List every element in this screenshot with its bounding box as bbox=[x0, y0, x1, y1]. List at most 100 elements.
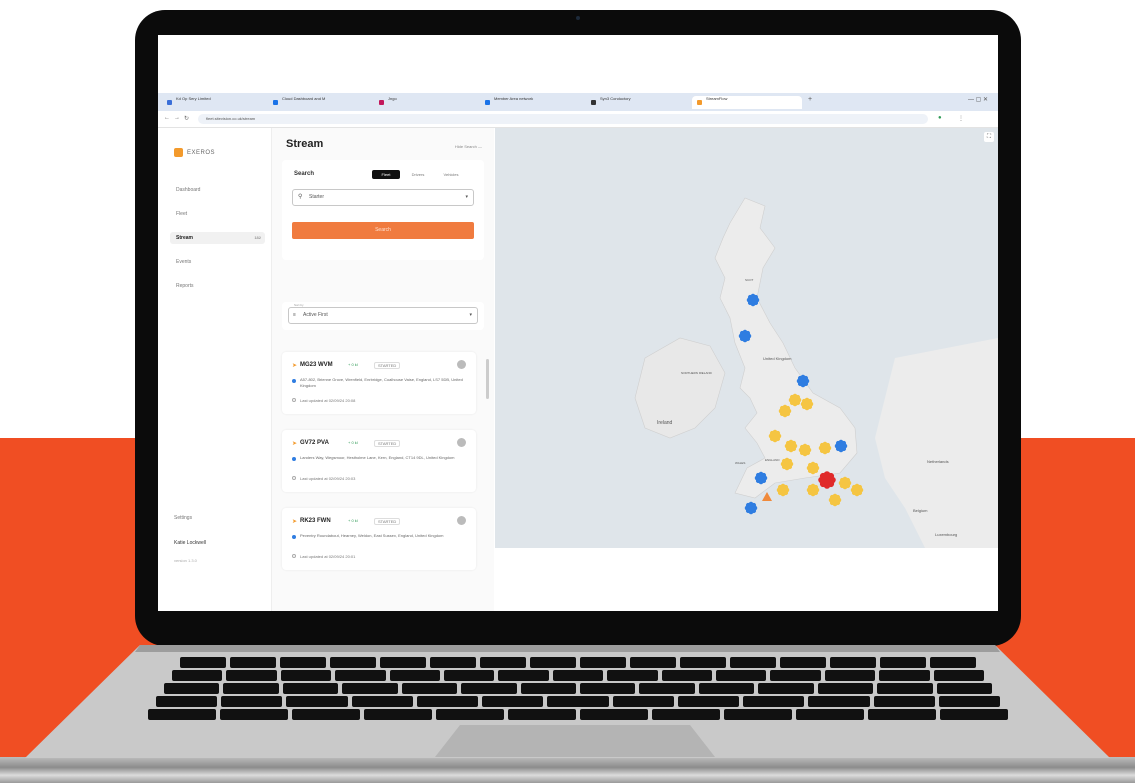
browser-tab-2[interactable]: Cloud Dashboard and M bbox=[268, 96, 368, 109]
tab-label: StreamFlow bbox=[706, 96, 728, 101]
vehicle-cluster-marker[interactable] bbox=[834, 439, 848, 453]
chevron-down-icon: ▾ bbox=[465, 194, 468, 200]
status-badge: STARTED bbox=[374, 518, 401, 525]
segment-fleet[interactable]: Fleet bbox=[372, 170, 400, 179]
vehicle-cluster-marker[interactable] bbox=[784, 439, 798, 453]
search-input[interactable]: ⚲ Starter ▾ bbox=[292, 189, 474, 206]
vehicle-cluster-marker[interactable] bbox=[818, 471, 836, 489]
settings-link[interactable]: Settings bbox=[174, 515, 192, 521]
browser-tab-3[interactable]: Jngo bbox=[374, 96, 474, 109]
keyboard-key bbox=[335, 670, 386, 681]
keyboard-key bbox=[770, 670, 821, 681]
keyboard-key bbox=[607, 670, 658, 681]
reload-icon[interactable]: ↻ bbox=[184, 115, 189, 122]
user-name[interactable]: Katie Lockwell bbox=[174, 540, 206, 546]
location-pin-icon bbox=[292, 535, 296, 539]
menu-icon[interactable]: ⋮ bbox=[958, 115, 964, 122]
sidebar-item-dashboard[interactable]: Dashboard bbox=[170, 184, 265, 196]
sort-value: Active First bbox=[303, 312, 328, 318]
fleet-map[interactable]: United Kingdom Ireland NORTHERN IRELAND … bbox=[495, 128, 998, 548]
map-label-ireland: Ireland bbox=[657, 420, 673, 426]
keyboard-key bbox=[877, 683, 933, 694]
browser-tab-active[interactable]: StreamFlow bbox=[692, 96, 802, 109]
keyboard-key bbox=[630, 657, 676, 668]
search-input-value: Starter bbox=[309, 194, 325, 200]
forward-icon[interactable]: → bbox=[174, 115, 180, 121]
vehicle-cluster-marker[interactable] bbox=[754, 471, 768, 485]
stream-panel: Stream Hide Search — Search Fleet Driver… bbox=[272, 128, 494, 611]
keyboard-key bbox=[172, 670, 223, 681]
vehicle-cluster-marker[interactable] bbox=[798, 443, 812, 457]
vehicle-cluster-marker[interactable] bbox=[788, 393, 802, 407]
keyboard-key bbox=[930, 657, 976, 668]
tab-favicon-icon bbox=[591, 100, 596, 105]
vehicle-plate: RK23 FWN bbox=[300, 518, 331, 524]
keyboard-key bbox=[180, 657, 226, 668]
vehicle-cluster-marker[interactable] bbox=[778, 404, 792, 418]
keyboard-key bbox=[282, 683, 339, 694]
browser-tab-4[interactable]: Member Area network bbox=[480, 96, 580, 109]
map-label-belgium: Belgium bbox=[913, 508, 928, 513]
keyboard-key bbox=[292, 709, 360, 720]
browser-tab-1[interactable]: Kd Op Sery Limited bbox=[162, 96, 262, 109]
sidebar-item-label: Dashboard bbox=[176, 187, 201, 193]
vehicle-cluster-marker[interactable] bbox=[796, 374, 810, 388]
location-pin-icon bbox=[292, 457, 296, 461]
list-scrollbar[interactable] bbox=[486, 359, 489, 399]
keyboard-key bbox=[286, 696, 348, 707]
keyboard-key bbox=[498, 670, 549, 681]
vehicle-cluster-marker[interactable] bbox=[838, 476, 852, 490]
vehicle-cluster-marker[interactable] bbox=[744, 501, 758, 515]
more-options-icon[interactable] bbox=[457, 438, 466, 447]
vehicle-cluster-marker[interactable] bbox=[776, 483, 790, 497]
sidebar-item-stream[interactable]: Stream 182 bbox=[170, 232, 265, 244]
more-options-icon[interactable] bbox=[457, 360, 466, 369]
vehicle-cluster-marker[interactable] bbox=[738, 329, 752, 343]
extension-icon[interactable]: ● bbox=[938, 115, 942, 121]
vehicle-cluster-marker[interactable] bbox=[806, 483, 820, 497]
search-icon: ⚲ bbox=[298, 194, 303, 200]
back-icon[interactable]: ← bbox=[164, 115, 170, 121]
url-input[interactable]: fleet.sitevision.co.uk/stream bbox=[198, 114, 928, 124]
keyboard-key bbox=[508, 709, 576, 720]
sidebar-item-label: Reports bbox=[176, 283, 194, 289]
sort-select[interactable]: ≡ Active First ▾ bbox=[288, 307, 478, 324]
sidebar-item-reports[interactable]: Reports bbox=[170, 280, 265, 292]
laptop-screen: Kd Op Sery Limited Cloud Dashboard and M… bbox=[158, 35, 998, 611]
vehicle-cluster-marker[interactable] bbox=[828, 493, 842, 507]
vehicle-card[interactable]: ➤ GV72 PVA + 0 kl STARTED Landers Way, W… bbox=[282, 430, 476, 492]
more-options-icon[interactable] bbox=[457, 516, 466, 525]
sidebar-item-fleet[interactable]: Fleet bbox=[170, 208, 265, 220]
vehicle-cluster-marker[interactable] bbox=[800, 397, 814, 411]
window-controls[interactable]: — ▢ ✕ bbox=[968, 96, 988, 103]
keyboard-key bbox=[680, 657, 726, 668]
new-tab-icon[interactable]: + bbox=[808, 96, 812, 103]
search-button[interactable]: Search bbox=[292, 222, 474, 239]
sidebar-item-events[interactable]: Events bbox=[170, 256, 265, 268]
fullscreen-icon[interactable]: ⛶ bbox=[984, 132, 994, 142]
keyboard-key bbox=[724, 709, 792, 720]
keyboard-key bbox=[824, 670, 876, 681]
browser-tab-5[interactable]: Syn3 Conductory bbox=[586, 96, 686, 109]
segment-vehicles[interactable]: Vehicles bbox=[436, 170, 466, 179]
segment-drivers[interactable]: Drivers bbox=[404, 170, 432, 179]
vehicle-cluster-marker[interactable] bbox=[746, 293, 760, 307]
app-sidebar: EXEROS Dashboard Fleet Stream 182 Events … bbox=[158, 128, 272, 611]
keyboard-key bbox=[879, 670, 930, 681]
vehicle-card[interactable]: ➤ MG23 WVM + 0 kl STARTED A57-802, Brien… bbox=[282, 352, 476, 414]
vehicle-cluster-marker[interactable] bbox=[806, 461, 820, 475]
vehicle-card[interactable]: ➤ RK23 FWN + 0 kl STARTED Peventry Round… bbox=[282, 508, 476, 570]
hide-search-toggle[interactable]: Hide Search — bbox=[455, 144, 482, 149]
keyboard bbox=[148, 655, 1010, 725]
keyboard-key bbox=[230, 657, 276, 668]
keyboard-key bbox=[580, 657, 626, 668]
sidebar-item-label: Stream bbox=[176, 235, 193, 241]
vehicle-cluster-marker[interactable] bbox=[850, 483, 864, 497]
vehicle-cluster-marker[interactable] bbox=[768, 429, 782, 443]
map-label-england: ENGLAND bbox=[765, 458, 780, 462]
keyboard-key bbox=[148, 709, 216, 720]
vehicle-address: A57-802, Brienne Grove, Wrenfield, Enrbr… bbox=[300, 377, 463, 388]
vehicle-cluster-marker[interactable] bbox=[780, 457, 794, 471]
vehicle-cluster-marker[interactable] bbox=[818, 441, 832, 455]
keyboard-key bbox=[743, 696, 805, 707]
